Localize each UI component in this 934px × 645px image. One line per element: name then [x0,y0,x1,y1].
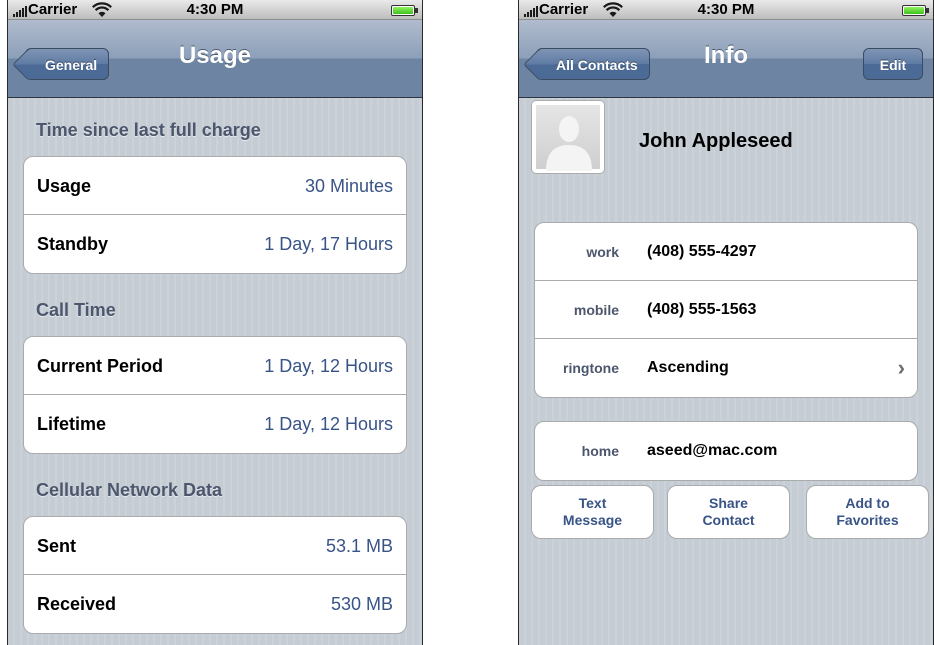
usage-screen: Carrier 4:30 PM General Usage Time since… [7,0,423,645]
contact-photo[interactable] [531,100,605,174]
table-row: Standby 1 Day, 17 Hours [24,215,406,273]
share-contact-button[interactable]: Share Contact [667,485,790,539]
label-line-2: Favorites [836,512,899,528]
cellular-data-group: Sent 53.1 MB Received 530 MB [23,516,407,634]
label-line-1: Share [709,495,748,511]
avatar-placeholder-icon [546,116,592,171]
section-title-cellular-data: Cellular Network Data [36,480,223,500]
battery-icon [902,5,929,16]
label-line-1: Text [578,495,607,511]
field-label: work [586,244,619,260]
row-value: 530 MB [330,594,393,614]
label-line-2: Contact [702,512,755,528]
navigation-bar: All Contacts Info Edit [519,20,933,98]
contact-name: John Appleseed [639,130,793,152]
field-value: (408) 555-4297 [647,243,757,260]
status-bar: Carrier 4:30 PM [8,0,422,20]
text-message-button[interactable]: Text Message [531,485,654,539]
navigation-bar: General Usage [8,20,422,98]
row-label: Usage [37,176,92,196]
email-row-home[interactable]: home aseed@mac.com [535,422,917,480]
label-line-1: Add to [845,495,890,511]
row-value: 1 Day, 17 Hours [264,234,393,254]
button-label: Share Contact [702,495,754,529]
charge-group: Usage 30 Minutes Standby 1 Day, 17 Hours [23,156,407,274]
field-value: (408) 555-1563 [647,301,757,318]
phone-row-mobile[interactable]: mobile (408) 555-1563 [535,281,917,339]
add-to-favorites-button[interactable]: Add to Favorites [806,485,929,539]
phone-group: work (408) 555-4297 mobile (408) 555-156… [534,222,918,398]
field-label: home [581,443,619,459]
status-time: 4:30 PM [186,1,244,18]
ringtone-row[interactable]: ringtone Ascending › [535,339,917,397]
row-label: Received [37,594,117,614]
battery-icon [391,5,418,16]
field-value: aseed@mac.com [647,442,778,459]
table-row: Lifetime 1 Day, 12 Hours [24,395,406,453]
page-title: Usage [178,42,252,69]
row-value: 1 Day, 12 Hours [264,356,393,376]
row-value: 53.1 MB [325,536,393,556]
field-label: ringtone [563,360,619,376]
field-label: mobile [573,302,619,318]
email-group: home aseed@mac.com [534,421,918,481]
section-title-charge: Time since last full charge [36,120,261,140]
status-bar: Carrier 4:30 PM [519,0,933,20]
status-time: 4:30 PM [697,1,755,18]
table-row: Sent 53.1 MB [24,517,406,575]
row-label: Sent [37,536,77,556]
row-label: Lifetime [37,414,107,434]
table-row: Current Period 1 Day, 12 Hours [24,337,406,395]
table-row: Received 530 MB [24,575,406,633]
button-label: Add to Favorites [836,495,898,529]
label-line-2: Message [562,512,623,528]
row-label: Current Period [37,356,164,376]
edit-button[interactable]: Edit [863,48,923,80]
phone-row-work[interactable]: work (408) 555-4297 [535,223,917,281]
row-value: 1 Day, 12 Hours [264,414,393,434]
row-value: 30 Minutes [304,176,393,196]
row-label: Standby [37,234,109,254]
chevron-right-icon: › [897,355,905,380]
table-row: Usage 30 Minutes [24,157,406,215]
call-time-group: Current Period 1 Day, 12 Hours Lifetime … [23,336,407,454]
button-label: Text Message [563,495,622,529]
field-value: Ascending [647,359,729,376]
section-title-call-time: Call Time [36,300,116,320]
contact-info-screen: Carrier 4:30 PM All Contacts Info Edit J… [518,0,934,645]
